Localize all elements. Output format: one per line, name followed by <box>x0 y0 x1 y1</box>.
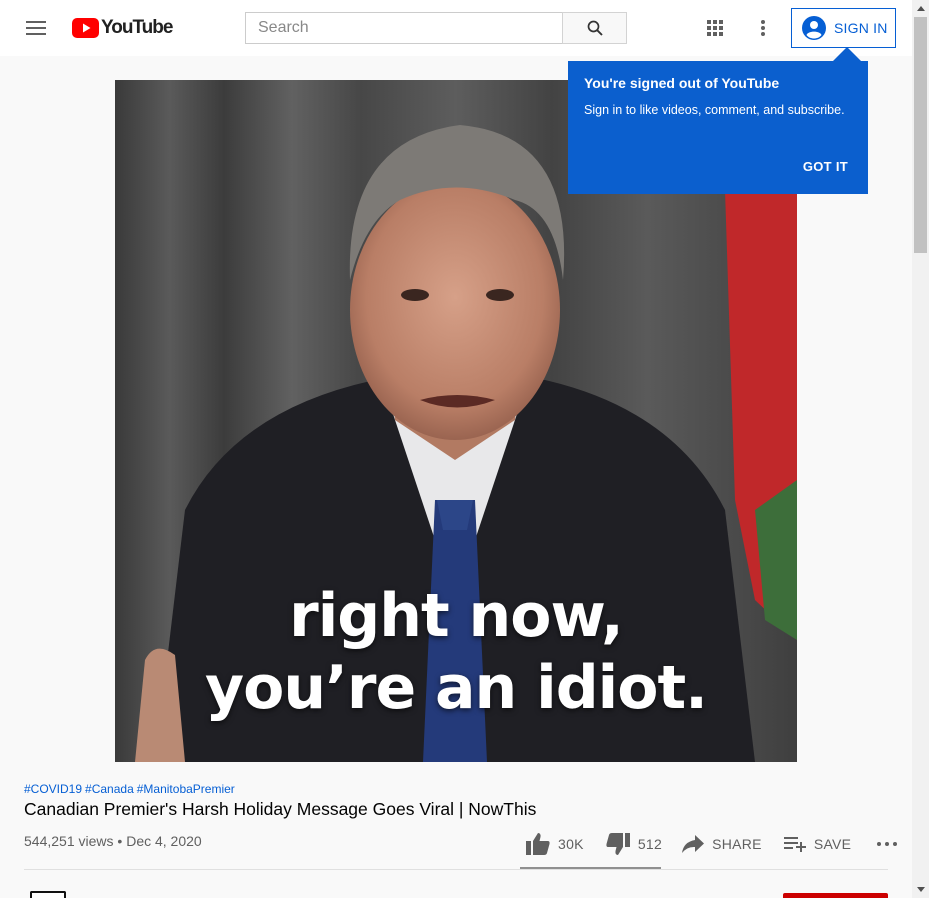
video-caption: right now, you’re an idiot. <box>115 580 797 724</box>
playlist-add-icon <box>783 837 806 852</box>
tooltip-title: You're signed out of YouTube <box>584 75 780 91</box>
scroll-up-arrow[interactable] <box>912 0 929 17</box>
like-count: 30K <box>558 836 584 852</box>
guide-menu-button[interactable] <box>16 8 56 48</box>
view-count: 544,251 views <box>24 833 114 849</box>
video-meta: 544,251 views • Dec 4, 2020 <box>24 833 202 849</box>
dislike-button[interactable]: 512 <box>606 833 662 855</box>
settings-more-button[interactable] <box>743 8 783 48</box>
save-label: SAVE <box>813 836 852 852</box>
dislike-count: 512 <box>637 836 663 852</box>
hamburger-menu-icon <box>26 21 46 35</box>
tooltip-body: Sign in to like videos, comment, and sub… <box>584 103 845 117</box>
upload-date: Dec 4, 2020 <box>126 833 202 849</box>
page-scrollbar[interactable] <box>912 0 929 898</box>
youtube-play-logo-icon <box>72 18 99 38</box>
sentiment-bar <box>520 867 661 869</box>
got-it-button[interactable]: GOT IT <box>803 159 848 174</box>
account-circle-icon <box>802 16 826 40</box>
search-box[interactable] <box>245 12 563 44</box>
share-label: SHARE <box>712 836 762 852</box>
scroll-thumb[interactable] <box>914 17 927 253</box>
horizontal-dots-icon <box>877 842 898 846</box>
scroll-down-arrow[interactable] <box>912 881 929 898</box>
video-actions: 30K 512 SHARE SAVE <box>520 826 898 862</box>
hashtag-link[interactable]: #Canada <box>85 782 134 796</box>
more-actions-button[interactable] <box>877 842 898 846</box>
subscribe-button[interactable] <box>783 893 888 898</box>
signed-out-tooltip: You're signed out of YouTube Sign in to … <box>568 61 868 194</box>
youtube-logo-text: YouTube <box>101 17 173 38</box>
hashtag-link[interactable]: #ManitobaPremier <box>137 782 235 796</box>
save-button[interactable]: SAVE <box>783 836 852 852</box>
youtube-logo[interactable]: YouTube <box>72 17 173 39</box>
scroll-up-icon <box>916 6 925 11</box>
caption-line-2: you’re an idiot. <box>205 653 708 723</box>
share-arrow-icon <box>682 835 705 853</box>
info-divider <box>24 869 888 870</box>
apps-grid-icon <box>707 20 723 36</box>
hashtag-link[interactable]: #COVID19 <box>24 782 82 796</box>
share-button[interactable]: SHARE <box>682 835 762 853</box>
masthead: YouTube SIGN IN <box>0 0 912 56</box>
thumbs-down-icon <box>606 833 630 855</box>
sign-in-label: SIGN IN <box>834 20 888 36</box>
video-title: Canadian Premier's Harsh Holiday Message… <box>24 799 537 819</box>
caption-line-1: right now, <box>289 581 624 651</box>
search-button[interactable] <box>562 12 627 44</box>
search-icon <box>587 20 603 36</box>
channel-avatar[interactable] <box>30 891 66 898</box>
hashtag-list: #COVID19 #Canada #ManitobaPremier <box>24 782 238 796</box>
scroll-down-icon <box>916 887 925 892</box>
vertical-dots-icon <box>761 20 765 36</box>
like-button[interactable]: 30K <box>526 833 584 855</box>
search-input[interactable] <box>258 19 551 37</box>
apps-button[interactable] <box>695 8 735 48</box>
tooltip-arrow <box>833 47 861 61</box>
thumbs-up-icon <box>526 833 550 855</box>
meta-separator: • <box>117 833 123 849</box>
sign-in-button[interactable]: SIGN IN <box>791 8 896 48</box>
